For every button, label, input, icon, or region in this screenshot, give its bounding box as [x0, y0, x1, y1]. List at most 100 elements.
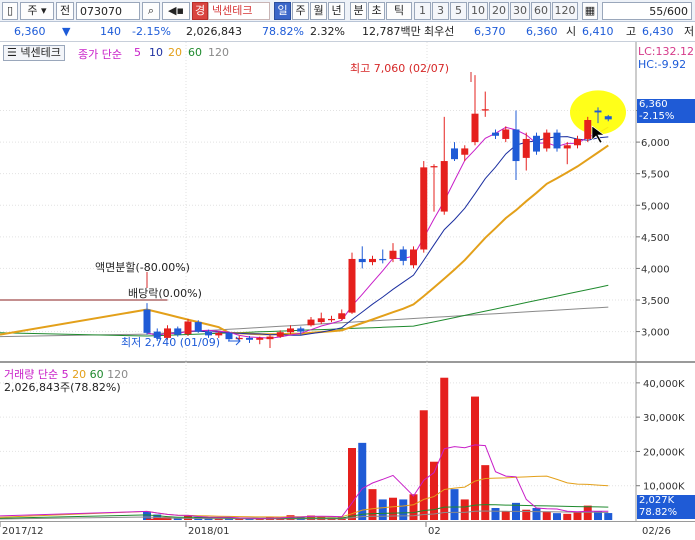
tab-period-minute[interactable]: 분 — [350, 2, 367, 20]
volume-bar — [399, 499, 408, 520]
low-annotation: 최저 2,740 (01/09) — [121, 336, 221, 349]
ma10-label: 10 — [149, 46, 163, 59]
volume-bar — [501, 511, 510, 520]
volume-bar — [532, 508, 541, 520]
price-tick-label: 4,000 — [641, 264, 670, 275]
high-price: 6,430 — [642, 25, 674, 38]
volume-tick-label: 30,000K — [643, 413, 685, 424]
candle — [420, 161, 428, 253]
volume-bar — [348, 448, 356, 520]
volume-tick-label: 40,000K — [643, 379, 685, 390]
price-tick-label: 3,500 — [641, 296, 670, 307]
interval-120-button[interactable]: 120 — [552, 2, 578, 20]
change-value: 140 — [100, 25, 121, 38]
exdiv-annotation: 배당락(0.00%) — [128, 287, 202, 300]
candle — [348, 252, 356, 314]
tab-period-year[interactable]: 년 — [328, 2, 345, 20]
ma120-label: 120 — [208, 46, 229, 59]
interval-30-button[interactable]: 30 — [510, 2, 530, 20]
candle — [553, 129, 561, 152]
ma20-label: 20 — [168, 46, 182, 59]
tab-period-month[interactable]: 월 — [310, 2, 327, 20]
price-tick-label: 6,000 — [641, 138, 670, 149]
alert-badge: 경 — [192, 2, 208, 20]
turnover-percent: 2.32% — [310, 25, 345, 38]
volume-tick-label: 10,000K — [643, 482, 685, 493]
change-percent: -2.15% — [132, 25, 171, 38]
count-input[interactable] — [602, 2, 692, 20]
volume-current: 2,026,843주(78.82%) — [4, 381, 121, 394]
volume-bar — [604, 513, 613, 520]
volume-bar — [389, 497, 397, 520]
ma-label: 종가 단순 — [78, 48, 122, 61]
volume-bar — [583, 505, 592, 520]
price-tick-label: 4,500 — [641, 233, 670, 244]
price-chart[interactable]: 3,0003,5004,0004,5005,0005,5006,0006,500 — [0, 42, 695, 362]
search-button[interactable]: ⌕ — [142, 2, 160, 20]
bid-price: 6,360 — [526, 25, 558, 38]
speaker-icon: ◀▪ — [168, 4, 184, 17]
volume-bar — [378, 499, 387, 520]
tab-period-day[interactable]: 일 — [274, 2, 291, 20]
interval-20-button[interactable]: 20 — [489, 2, 509, 20]
interval-1-button[interactable]: 1 — [414, 2, 431, 20]
type-button[interactable]: 전 — [56, 2, 74, 20]
market-select[interactable]: 주 ▾ — [20, 2, 54, 20]
tab-period-tick[interactable]: 틱 — [386, 2, 412, 20]
ma60-label: 60 — [188, 46, 202, 59]
open-price: 6,410 — [582, 25, 614, 38]
open-label: 시 — [566, 25, 577, 38]
ma5-label: 5 — [134, 46, 141, 59]
volume-bar — [542, 511, 551, 520]
ask-price: 6,370 — [474, 25, 506, 38]
interval-60-button[interactable]: 60 — [531, 2, 551, 20]
volume-bar — [368, 489, 377, 520]
x-axis-label: 02 — [428, 526, 441, 537]
hc-value: HC:-9.92 — [638, 58, 687, 71]
volume-bar — [154, 517, 162, 520]
list-icon: ☰ — [7, 46, 17, 59]
chart-stock-label[interactable]: ☰ 넥센테크 — [3, 45, 65, 61]
speaker-button[interactable]: ◀▪ — [162, 2, 190, 20]
current-volume-tag: 2,027K 78.82% — [637, 495, 695, 519]
trade-amount: 12,787백만 — [362, 25, 421, 38]
direction-down-icon: ▼ — [62, 25, 71, 38]
volume-bar — [471, 396, 479, 520]
settings-button[interactable]: ▦ — [582, 2, 598, 20]
stock-name-field[interactable]: 넥센테크 — [208, 2, 270, 20]
volume-bar — [419, 410, 428, 520]
chart-header: ☰ 넥센테크 종가 단순 5 10 20 60 120 — [0, 45, 636, 61]
volume-value: 2,026,843 — [186, 25, 242, 38]
candle — [410, 246, 417, 269]
tab-period-week[interactable]: 주 — [292, 2, 309, 20]
split-annotation: 액면분할(-80.00%) — [95, 261, 190, 274]
interval-3-button[interactable]: 3 — [432, 2, 449, 20]
low-label: 저 — [684, 25, 695, 38]
volume-bar — [491, 508, 500, 520]
high-annotation: 최고 7,060 (02/07) — [350, 62, 450, 75]
menu-toggle-button[interactable]: ▯ — [2, 2, 18, 20]
volume-bar — [553, 513, 561, 520]
volume-bar — [573, 512, 582, 520]
volume-bar — [430, 461, 438, 520]
volume-bar — [481, 465, 490, 520]
volume-bar — [563, 513, 572, 520]
candle — [584, 116, 592, 143]
volume-ratio: 78.82% — [262, 25, 304, 38]
price-tick-label: 5,000 — [641, 201, 670, 212]
menu-icon: ▯ — [6, 4, 14, 17]
quote-bar: 6,360 ▼ 140 -2.15% 2,026,843 78.82% 2.32… — [0, 22, 695, 42]
current-price: 6,360 — [14, 25, 46, 38]
volume-bar — [450, 489, 459, 520]
grid-icon: ▦ — [584, 4, 596, 17]
lc-value: LC:132.12 — [638, 45, 695, 58]
high-label: 고 — [626, 25, 637, 38]
interval-10-button[interactable]: 10 — [468, 2, 488, 20]
candle — [533, 132, 540, 155]
x-axis-label: 2017/12 — [2, 526, 44, 537]
candle — [194, 320, 202, 333]
stock-code-input[interactable] — [76, 2, 140, 20]
interval-5-button[interactable]: 5 — [450, 2, 467, 20]
candle — [543, 129, 551, 152]
tab-period-second[interactable]: 초 — [368, 2, 385, 20]
